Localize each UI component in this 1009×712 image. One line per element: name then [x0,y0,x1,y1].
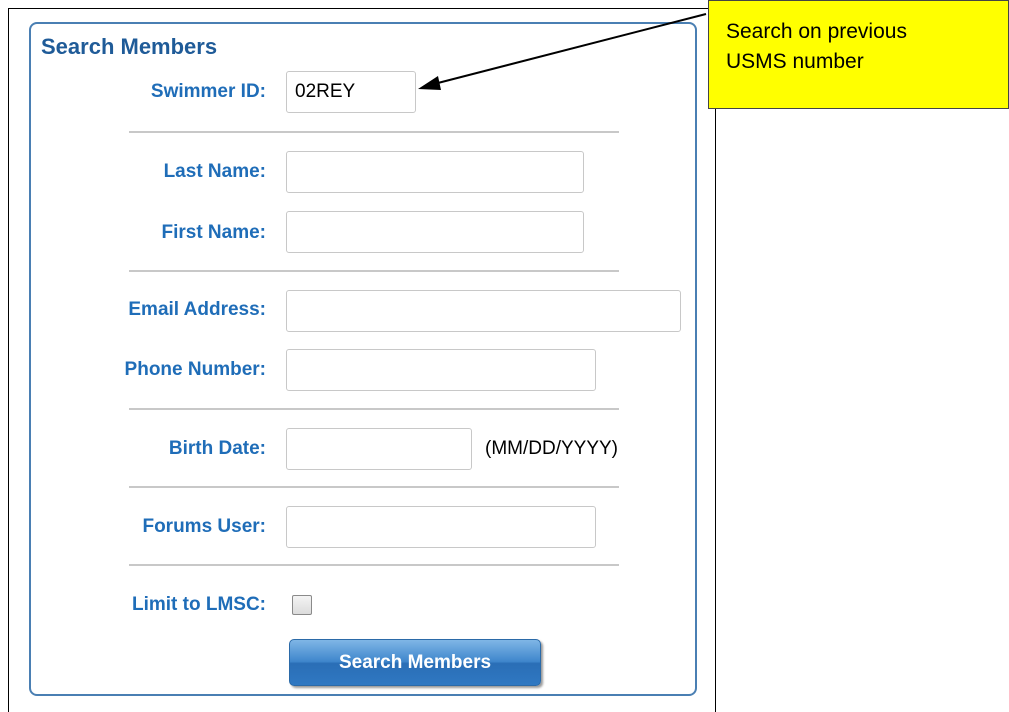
arrow-line [433,13,707,85]
arrow-head [418,76,441,90]
annotation-arrow [418,13,707,90]
